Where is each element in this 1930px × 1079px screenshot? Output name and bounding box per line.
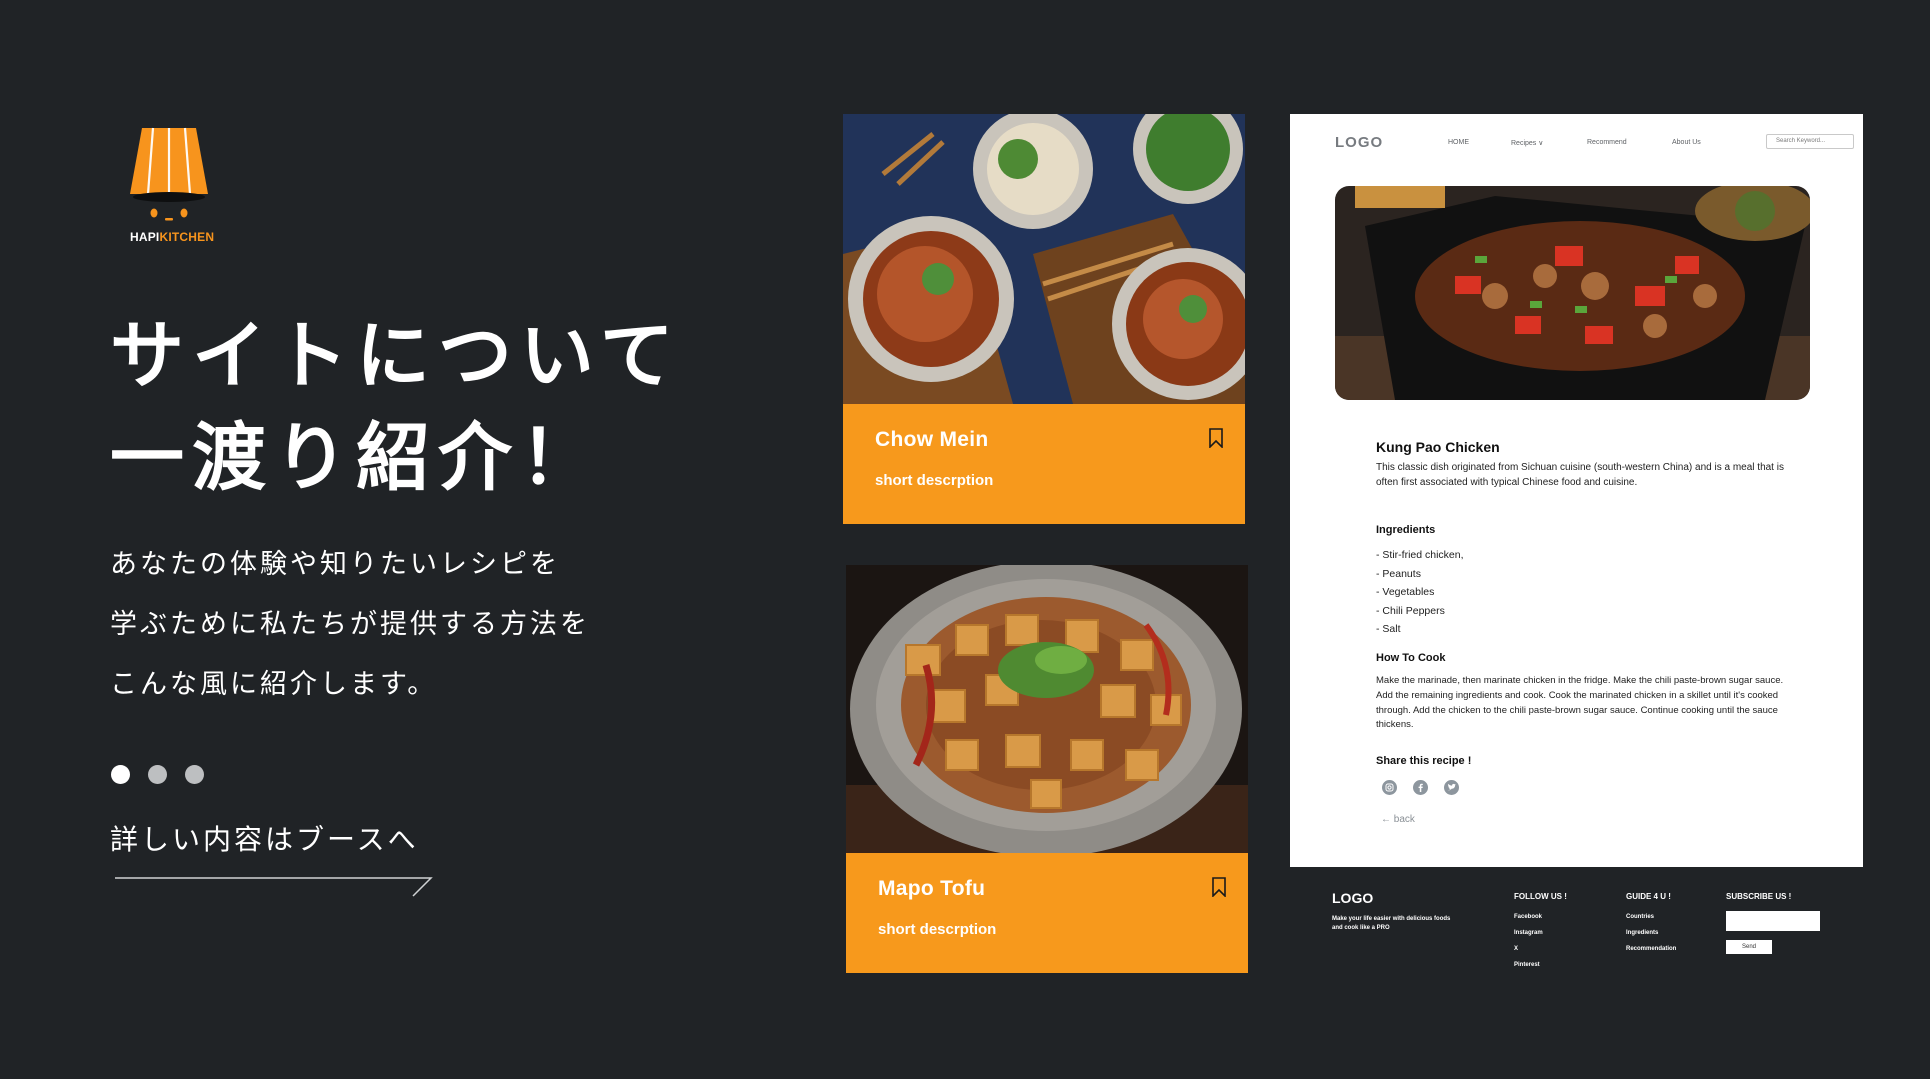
bookmark-icon[interactable] — [1212, 877, 1226, 897]
footer-heading: SUBSCRIBE US ! — [1726, 892, 1792, 901]
how-to-heading: How To Cook — [1376, 652, 1446, 664]
nav-recommend[interactable]: Recommend — [1587, 139, 1627, 146]
headline-line: サイトについて — [110, 313, 682, 399]
how-to-text: Make the marinade, then marinate chicken… — [1376, 675, 1784, 731]
kung-pao-chicken-photo — [1335, 186, 1810, 400]
share-icons — [1382, 780, 1459, 795]
back-link[interactable]: ← back — [1381, 814, 1415, 825]
footer-heading: FOLLOW US ! — [1514, 892, 1567, 901]
footer-heading: GUIDE 4 U ! — [1626, 892, 1671, 901]
footer-tagline: Make your life easier with delicious foo… — [1332, 916, 1451, 931]
footer-link[interactable]: Ingredients — [1626, 925, 1676, 941]
instagram-icon[interactable] — [1382, 780, 1397, 795]
footer-subscribe-column: SUBSCRIBE US ! — [1726, 892, 1791, 909]
card-description: short descrption — [878, 921, 997, 938]
search-input[interactable]: Search Keyword... — [1766, 134, 1854, 149]
card-description: short descrption — [875, 472, 994, 489]
footer-follow-links: Facebook Instagram X Pinterest — [1514, 909, 1567, 973]
list-item: - Vegetables — [1376, 586, 1435, 598]
mapo-tofu-photo — [846, 565, 1248, 853]
twitter-icon[interactable] — [1444, 780, 1459, 795]
footer-guide-links: Countries Ingredients Recommendation — [1626, 909, 1676, 957]
subscribe-email-input[interactable] — [1726, 911, 1820, 931]
site-logo[interactable]: LOGO — [1335, 134, 1383, 151]
chef-hat-icon — [130, 127, 208, 221]
headline-line: 一渡り紹介！ — [110, 415, 602, 501]
chow-mein-photo — [843, 114, 1245, 404]
booth-link[interactable]: 詳しい内容はブースへ — [110, 818, 419, 858]
footer-link[interactable]: Instagram — [1514, 925, 1567, 941]
recipe-page-mockup: LOGO HOME Recipes ∨ Recommend About Us S… — [1290, 114, 1863, 867]
footer-link[interactable]: Pinterest — [1514, 957, 1567, 973]
footer-link[interactable]: Recommendation — [1626, 941, 1676, 957]
pager-dots — [111, 765, 204, 784]
list-item: - Stir-fried chicken, — [1376, 549, 1464, 561]
facebook-icon[interactable] — [1413, 780, 1428, 795]
footer-follow-column: FOLLOW US ! Facebook Instagram X Pintere… — [1514, 892, 1567, 973]
lead-line: あなたの体験や知りたいレシピを — [110, 549, 560, 580]
pager-dot-active[interactable] — [111, 765, 130, 784]
ingredients-heading: Ingredients — [1376, 524, 1436, 536]
list-item: - Peanuts — [1376, 567, 1421, 580]
recipe-intro: This classic dish originated from Sichua… — [1376, 462, 1784, 488]
nav-home[interactable]: HOME — [1448, 139, 1469, 146]
card-title[interactable]: Chow Mein — [875, 428, 989, 452]
footer-link[interactable]: Countries — [1626, 909, 1676, 925]
card-title[interactable]: Mapo Tofu — [878, 877, 985, 901]
footer-link[interactable]: Facebook — [1514, 909, 1567, 925]
lead-line: こんな風に紹介します。 — [110, 669, 438, 700]
send-button[interactable]: Send — [1726, 940, 1772, 954]
brand-logo: HAPIKITCHEN — [120, 118, 220, 248]
footer-guide-column: GUIDE 4 U ! Countries Ingredients Recomm… — [1626, 892, 1676, 957]
nav-about[interactable]: About Us — [1672, 139, 1701, 146]
list-item: - Chili Peppers — [1376, 604, 1445, 617]
footer-link[interactable]: X — [1514, 941, 1567, 957]
lead-text: あなたの体験や知りたいレシピを 学ぶために私たちが提供する方法を こんな風に紹介… — [110, 535, 590, 715]
presentation-slide: HAPIKITCHEN サイトについて 一渡り紹介！ あなたの体験や知りたいレシ… — [0, 0, 1930, 1079]
brand-name: HAPIKITCHEN — [130, 230, 215, 244]
nav-recipes[interactable]: Recipes ∨ — [1511, 139, 1543, 147]
arrow-line-icon — [115, 877, 433, 897]
recipe-title: Kung Pao Chicken — [1376, 439, 1500, 455]
headline: サイトについて 一渡り紹介！ — [110, 305, 682, 509]
pager-dot[interactable] — [148, 765, 167, 784]
footer-logo[interactable]: LOGO — [1332, 890, 1373, 906]
bookmark-icon[interactable] — [1209, 428, 1223, 448]
list-item: - Salt — [1376, 623, 1401, 635]
recipe-card[interactable]: Mapo Tofu short descrption — [846, 565, 1248, 973]
pager-dot[interactable] — [185, 765, 204, 784]
ingredients-list: - Stir-fried chicken, - Peanuts - Vegeta… — [1376, 546, 1464, 639]
share-heading: Share this recipe ! — [1376, 755, 1472, 767]
card-body: Mapo Tofu short descrption — [846, 853, 1248, 973]
recipe-card[interactable]: Chow Mein short descrption — [843, 114, 1245, 524]
lead-line: 学ぶために私たちが提供する方法を — [110, 609, 590, 640]
card-body: Chow Mein short descrption — [843, 404, 1245, 524]
